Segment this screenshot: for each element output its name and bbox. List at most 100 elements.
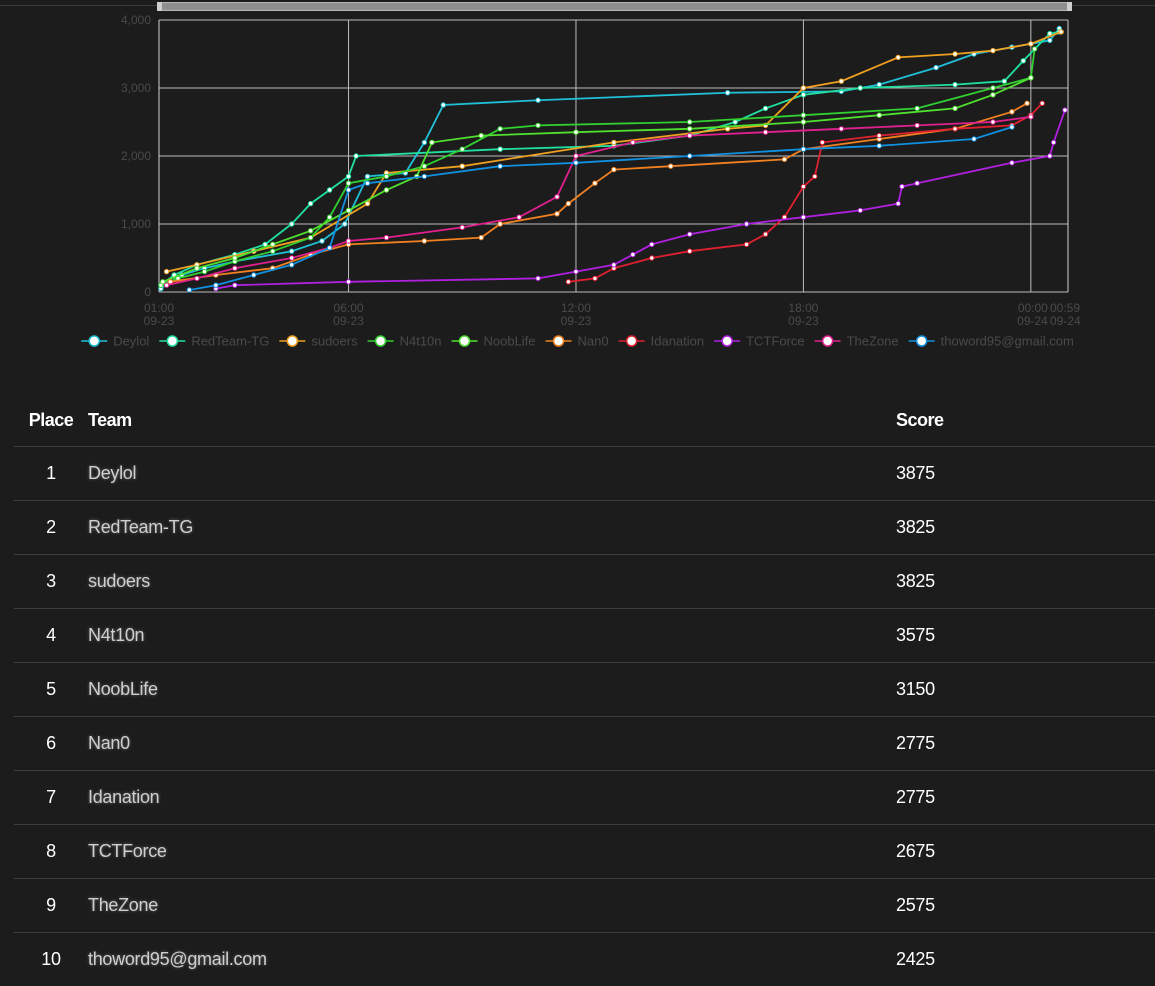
x-tick-date: 09-23 xyxy=(561,314,592,328)
data-point xyxy=(346,188,350,192)
scoreboard-body: 1Deylol38752RedTeam-TG38253sudoers38254N… xyxy=(14,447,1155,986)
series-line xyxy=(161,29,1059,289)
x-tick-time: 00:00 xyxy=(1018,301,1048,315)
legend-swatch-marker xyxy=(287,336,297,346)
legend-swatch-marker xyxy=(823,336,833,346)
data-point xyxy=(801,120,805,124)
data-point xyxy=(631,252,635,256)
row-place: 3 xyxy=(14,555,88,609)
table-row: 5NoobLife3150 xyxy=(14,663,1155,717)
legend-item: sudoers xyxy=(279,334,358,349)
row-score: 3825 xyxy=(896,501,1155,555)
data-point xyxy=(346,174,350,178)
legend-item: TCTForce xyxy=(714,334,805,349)
team-link[interactable]: TheZone xyxy=(88,895,158,915)
data-point xyxy=(877,144,881,148)
data-point xyxy=(354,154,358,158)
data-point xyxy=(574,154,578,158)
row-team-cell: Idanation xyxy=(88,771,896,825)
team-link[interactable]: Nan0 xyxy=(88,733,130,753)
x-tick-date: 09-23 xyxy=(788,314,819,328)
data-point xyxy=(687,232,691,236)
data-point xyxy=(365,174,369,178)
data-point xyxy=(289,256,293,260)
data-point xyxy=(384,235,388,239)
team-link[interactable]: N4t10n xyxy=(88,625,144,645)
data-point xyxy=(555,212,559,216)
legend-swatch-marker xyxy=(554,336,564,346)
data-point xyxy=(1029,76,1033,80)
legend-swatch-marker xyxy=(627,336,637,346)
row-place: 5 xyxy=(14,663,88,717)
data-point xyxy=(422,239,426,243)
data-point xyxy=(327,246,331,250)
data-point xyxy=(566,280,570,284)
team-link[interactable]: Idanation xyxy=(88,787,159,807)
table-row: 3sudoers3825 xyxy=(14,555,1155,609)
series-line xyxy=(170,103,1027,281)
team-link[interactable]: Deylol xyxy=(88,463,136,483)
data-point xyxy=(289,263,293,267)
data-point xyxy=(669,164,673,168)
data-point xyxy=(187,288,191,292)
data-point xyxy=(687,127,691,131)
legend-item: Deylol xyxy=(81,334,149,349)
data-point xyxy=(1010,110,1014,114)
row-place: 1 xyxy=(14,447,88,501)
data-point xyxy=(1021,59,1025,63)
team-link[interactable]: TCTForce xyxy=(88,841,167,861)
legend-swatch-marker xyxy=(89,336,99,346)
data-point xyxy=(877,113,881,117)
data-point xyxy=(320,239,324,243)
scoreboard-table: Place Team Score 1Deylol38752RedTeam-TG3… xyxy=(14,394,1155,986)
data-point xyxy=(801,86,805,90)
data-point xyxy=(164,283,168,287)
row-team-cell: TCTForce xyxy=(88,825,896,879)
team-link[interactable]: sudoers xyxy=(88,571,150,591)
series-line xyxy=(167,32,1062,272)
data-point xyxy=(574,161,578,165)
x-tick-date: 09-24 xyxy=(1017,314,1048,328)
data-point xyxy=(327,215,331,219)
data-point xyxy=(991,120,995,124)
scoreboard-table-wrap: Place Team Score 1Deylol38752RedTeam-TG3… xyxy=(14,394,1155,986)
row-team-cell: NoobLife xyxy=(88,663,896,717)
row-team-cell: RedTeam-TG xyxy=(88,501,896,555)
data-point xyxy=(877,133,881,137)
team-link[interactable]: RedTeam-TG xyxy=(88,517,193,537)
data-point xyxy=(498,127,502,131)
data-point xyxy=(733,120,737,124)
data-point xyxy=(460,147,464,151)
team-link[interactable]: thoword95@gmail.com xyxy=(88,949,267,969)
data-point xyxy=(1029,115,1033,119)
data-point xyxy=(801,93,805,97)
data-point xyxy=(422,174,426,178)
row-place: 7 xyxy=(14,771,88,825)
legend-label: N4t10n xyxy=(400,334,442,349)
data-point xyxy=(252,273,256,277)
data-point xyxy=(763,232,767,236)
data-point xyxy=(566,201,570,205)
x-tick-time: 01:00 xyxy=(144,301,174,315)
legend-label: thoword95@gmail.com xyxy=(941,334,1074,349)
data-point xyxy=(233,266,237,270)
legend-swatch-marker xyxy=(167,336,177,346)
legend-label: TheZone xyxy=(847,334,899,349)
legend-label: TCTForce xyxy=(746,334,805,349)
data-point xyxy=(1029,42,1033,46)
header-place: Place xyxy=(14,394,88,447)
data-point xyxy=(934,65,938,69)
legend-swatch-marker xyxy=(917,336,927,346)
data-point xyxy=(498,147,502,151)
row-score: 2675 xyxy=(896,825,1155,879)
legend-item: TheZone xyxy=(815,334,899,349)
data-point xyxy=(744,242,748,246)
data-point xyxy=(422,140,426,144)
data-point xyxy=(593,181,597,185)
team-link[interactable]: NoobLife xyxy=(88,679,158,699)
data-point xyxy=(801,113,805,117)
data-point xyxy=(839,127,843,131)
row-score: 3875 xyxy=(896,447,1155,501)
data-point xyxy=(460,225,464,229)
data-point xyxy=(202,269,206,273)
